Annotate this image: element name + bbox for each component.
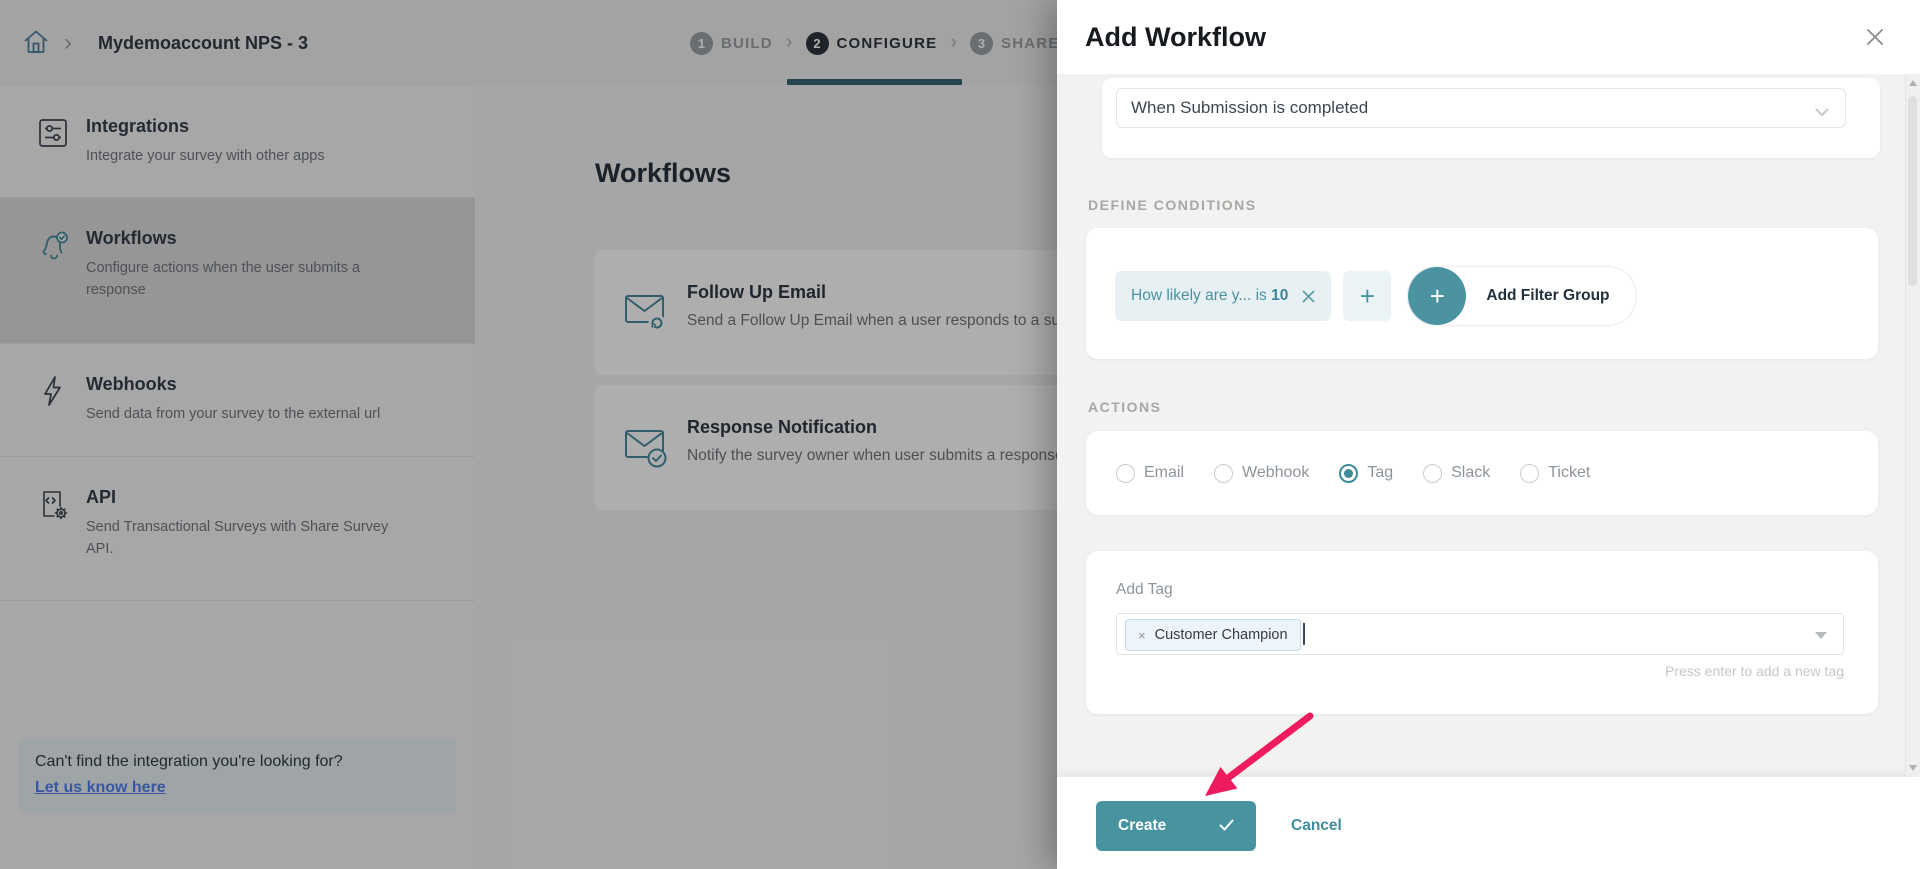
actions-heading: ACTIONS: [1088, 399, 1162, 415]
radio-circle-icon: [1116, 463, 1135, 483]
filter-chip-text: How likely are y... is 10: [1131, 287, 1289, 304]
radio-circle-icon: [1423, 463, 1443, 483]
radio-email[interactable]: Email: [1116, 463, 1184, 483]
radio-circle-icon: [1520, 463, 1540, 483]
add-workflow-panel: Add Workflow When Submission is complete…: [1057, 0, 1920, 869]
panel-header: Add Workflow: [1057, 0, 1920, 74]
conditions-card: How likely are y... is 10 Add Filter Gro…: [1086, 228, 1878, 359]
cancel-button[interactable]: Cancel: [1285, 801, 1348, 851]
text-cursor: [1303, 623, 1305, 645]
radio-webhook[interactable]: Webhook: [1214, 463, 1309, 483]
scroll-down-arrow-icon[interactable]: [1909, 765, 1917, 771]
action-radio-group: Email Webhook Tag Slack Ticket: [1116, 431, 1590, 515]
close-icon[interactable]: [1864, 26, 1886, 48]
panel-title: Add Workflow: [1085, 22, 1266, 52]
add-condition-button[interactable]: [1343, 271, 1392, 321]
add-filter-group-button[interactable]: Add Filter Group: [1407, 266, 1637, 326]
app-root: Mydemoaccount NPS - 3 1 BUILD 2 CONFIGUR…: [0, 0, 1920, 869]
tag-input[interactable]: Customer Champion: [1116, 613, 1844, 655]
create-button[interactable]: Create: [1096, 801, 1256, 851]
add-tag-label: Add Tag: [1116, 581, 1173, 598]
checkmark-icon: [1219, 819, 1234, 834]
radio-ticket[interactable]: Ticket: [1520, 463, 1590, 483]
scroll-up-arrow-icon[interactable]: [1909, 80, 1917, 86]
radio-slack[interactable]: Slack: [1423, 463, 1490, 483]
chevron-down-icon: [1815, 104, 1829, 122]
panel-scrollbar[interactable]: [1905, 74, 1920, 777]
plus-icon: [1408, 267, 1467, 325]
tag-helper-text: Press enter to add a new tag: [1665, 663, 1844, 679]
dropdown-arrow-icon[interactable]: [1815, 632, 1827, 639]
radio-circle-icon: [1214, 463, 1234, 483]
filter-condition-chip[interactable]: How likely are y... is 10: [1115, 271, 1332, 321]
trigger-select[interactable]: When Submission is completed: [1116, 88, 1846, 128]
panel-footer: Create Cancel: [1057, 776, 1920, 869]
remove-tag-icon[interactable]: [1138, 628, 1146, 643]
radio-selected-icon: [1339, 463, 1359, 483]
tag-chip[interactable]: Customer Champion: [1125, 619, 1301, 651]
radio-tag[interactable]: Tag: [1339, 463, 1393, 483]
add-tag-card: Add Tag Customer Champion Press enter to…: [1086, 551, 1878, 714]
actions-card: Email Webhook Tag Slack Ticket: [1086, 431, 1878, 515]
trigger-select-value: When Submission is completed: [1131, 98, 1369, 117]
scrollbar-thumb[interactable]: [1908, 96, 1917, 286]
trigger-card: When Submission is completed: [1102, 78, 1880, 158]
define-conditions-heading: DEFINE CONDITIONS: [1088, 197, 1257, 213]
remove-filter-icon[interactable]: [1302, 290, 1315, 303]
conditions-row: How likely are y... is 10 Add Filter Gro…: [1115, 266, 1637, 326]
